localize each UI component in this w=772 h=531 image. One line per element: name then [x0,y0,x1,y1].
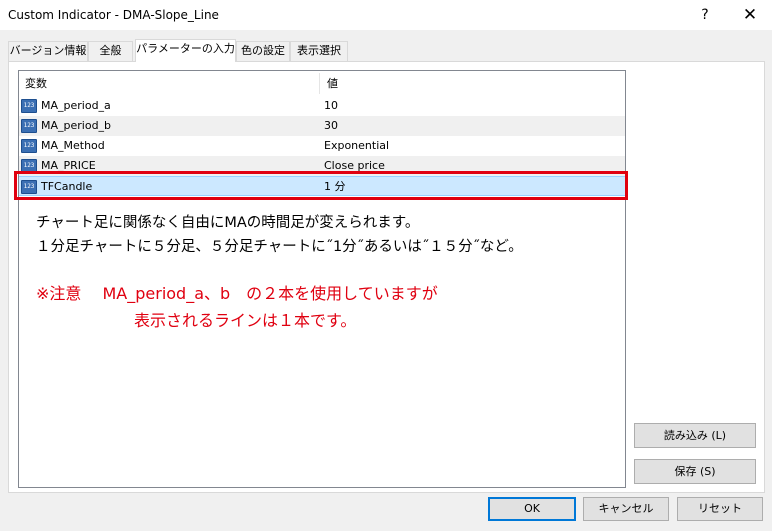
parameter-value[interactable]: Close price [324,156,385,176]
cancel-button[interactable]: キャンセル [583,497,669,521]
annotation-line-2: １分足チャートに５分足、５分足チャートに˝1分˝あるいは˝１５分˝など。 [36,239,523,255]
parameters-grid: 変数 値 123 MA_period_a 10 123 MA_period_b … [18,70,626,488]
parameter-name: MA_PRICE [41,159,96,172]
table-row[interactable]: 123 MA_period_a 10 [19,96,625,116]
numeric-parameter-icon: 123 [21,159,37,173]
reset-button[interactable]: リセット [677,497,763,521]
numeric-parameter-icon: 123 [21,119,37,133]
annotation-line-1: チャート足に関係なく自由にMAの時間足が変えられます。 [36,215,420,231]
tab-version-info[interactable]: バージョン情報 [8,41,88,61]
save-button[interactable]: 保存 (S) [634,459,756,484]
numeric-parameter-icon: 123 [21,99,37,113]
help-button[interactable]: ? [688,0,722,30]
tab-parameters[interactable]: パラメーターの入力 [135,39,236,62]
load-button[interactable]: 読み込み (L) [634,423,756,448]
window-title: Custom Indicator - DMA-Slope_Line [8,8,219,22]
table-row[interactable]: 123 MA_Method Exponential [19,136,625,156]
table-row[interactable]: 123 MA_PRICE Close price [19,156,625,176]
tab-colors[interactable]: 色の設定 [236,41,290,61]
tab-visualization[interactable]: 表示選択 [290,41,348,61]
parameter-name: MA_period_a [41,99,111,112]
title-bar: Custom Indicator - DMA-Slope_Line ? ✕ [0,0,772,30]
column-header-value[interactable]: 値 [321,71,621,96]
parameter-value[interactable]: 30 [324,116,338,136]
ok-button[interactable]: OK [488,497,576,521]
column-divider[interactable] [319,73,320,94]
table-row[interactable]: 123 MA_period_b 30 [19,116,625,136]
table-row-selected[interactable]: 123 TFCandle 1 分 [19,176,625,196]
parameter-value[interactable]: 10 [324,96,338,116]
parameter-value[interactable]: Exponential [324,136,389,156]
column-header-variable[interactable]: 変数 [19,71,319,96]
tab-general[interactable]: 全般 [88,41,133,61]
parameter-name: MA_period_b [41,119,112,132]
close-button[interactable]: ✕ [730,0,770,30]
grid-header: 変数 値 [19,71,625,96]
parameter-name: TFCandle [41,180,93,193]
numeric-parameter-icon: 123 [21,180,37,194]
numeric-parameter-icon: 123 [21,139,37,153]
warning-line-1: ※注意 MA_period_a、b の２本を使用していますが [36,284,438,303]
parameter-name: MA_Method [41,139,105,152]
warning-line-2: 表示されるラインは１本です。 [134,311,357,330]
parameter-value[interactable]: 1 分 [324,177,346,197]
